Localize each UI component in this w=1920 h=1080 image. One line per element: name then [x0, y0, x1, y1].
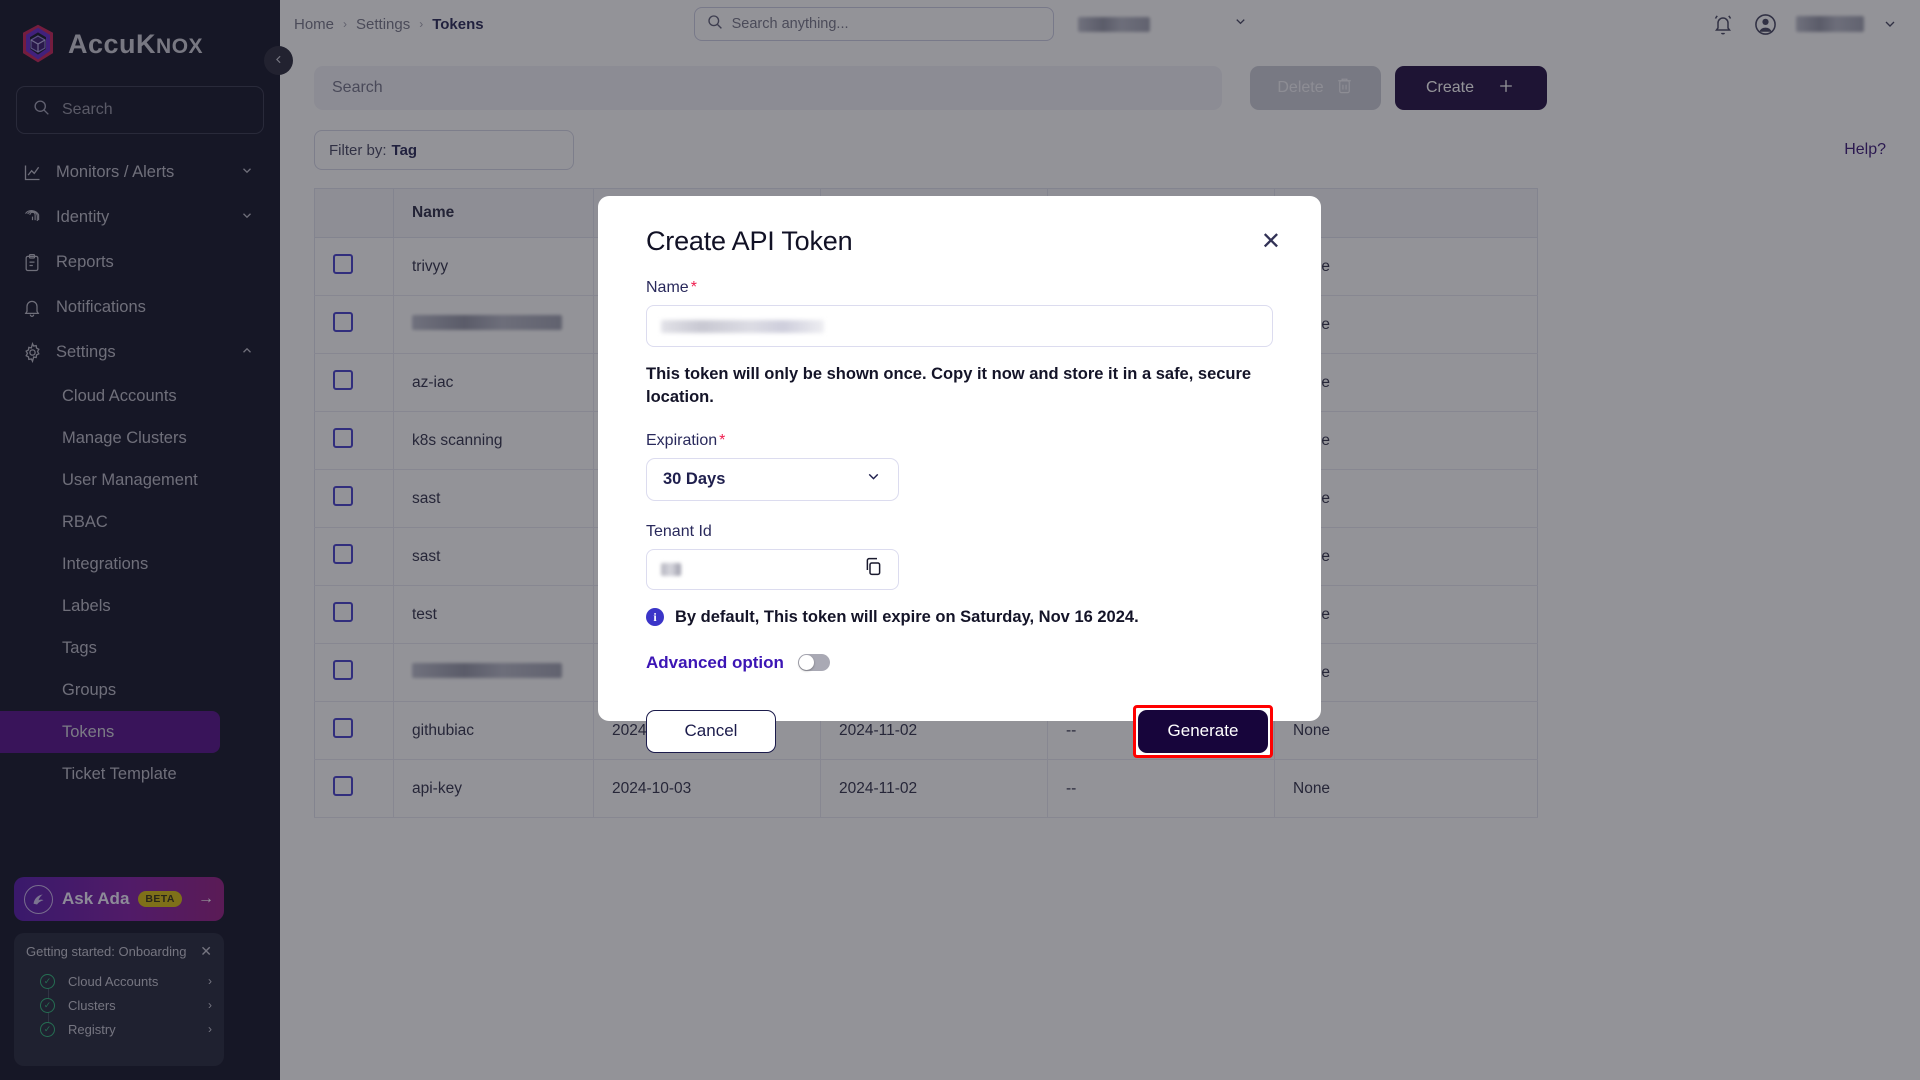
- expiration-field-label: Expiration *: [646, 432, 1273, 450]
- info-icon: i: [646, 608, 664, 627]
- expiration-select[interactable]: 30 Days: [646, 457, 899, 501]
- required-asterisk: *: [690, 279, 697, 296]
- modal-actions: Cancel Generate: [646, 704, 1273, 758]
- name-input[interactable]: [646, 305, 1273, 347]
- expiration-label-text: Expiration: [646, 431, 718, 449]
- required-asterisk: *: [719, 431, 726, 449]
- expiration-info-text: By default, This token will expire on Sa…: [675, 607, 1139, 626]
- name-input-value-redacted: [661, 319, 824, 333]
- tenant-id-input[interactable]: [646, 548, 899, 590]
- modal-title: Create API Token: [646, 226, 853, 256]
- expiration-info: i By default, This token will expire on …: [646, 608, 1273, 627]
- copy-icon[interactable]: [863, 556, 884, 582]
- tenant-field-label: Tenant Id: [646, 522, 712, 540]
- toggle-knob: [798, 655, 814, 671]
- advanced-option-row: Advanced option: [646, 653, 1273, 673]
- create-api-token-modal: Create API Token ✕ Name * This token will…: [598, 196, 1321, 758]
- expiration-selected-value: 30 Days: [663, 469, 726, 488]
- name-field-label: Name *: [646, 279, 1273, 297]
- close-icon[interactable]: ✕: [1261, 230, 1281, 254]
- name-label-text: Name: [646, 279, 689, 296]
- generate-button-highlight: Generate: [1133, 704, 1273, 758]
- generate-button[interactable]: Generate: [1138, 709, 1268, 753]
- tenant-id-value-redacted: [661, 562, 681, 576]
- advanced-option-label: Advanced option: [646, 652, 784, 672]
- advanced-option-toggle[interactable]: [797, 654, 830, 672]
- token-warning-text: This token will only be shown once. Copy…: [646, 365, 1252, 407]
- chevron-down-icon: [865, 468, 882, 490]
- cancel-button[interactable]: Cancel: [646, 709, 776, 753]
